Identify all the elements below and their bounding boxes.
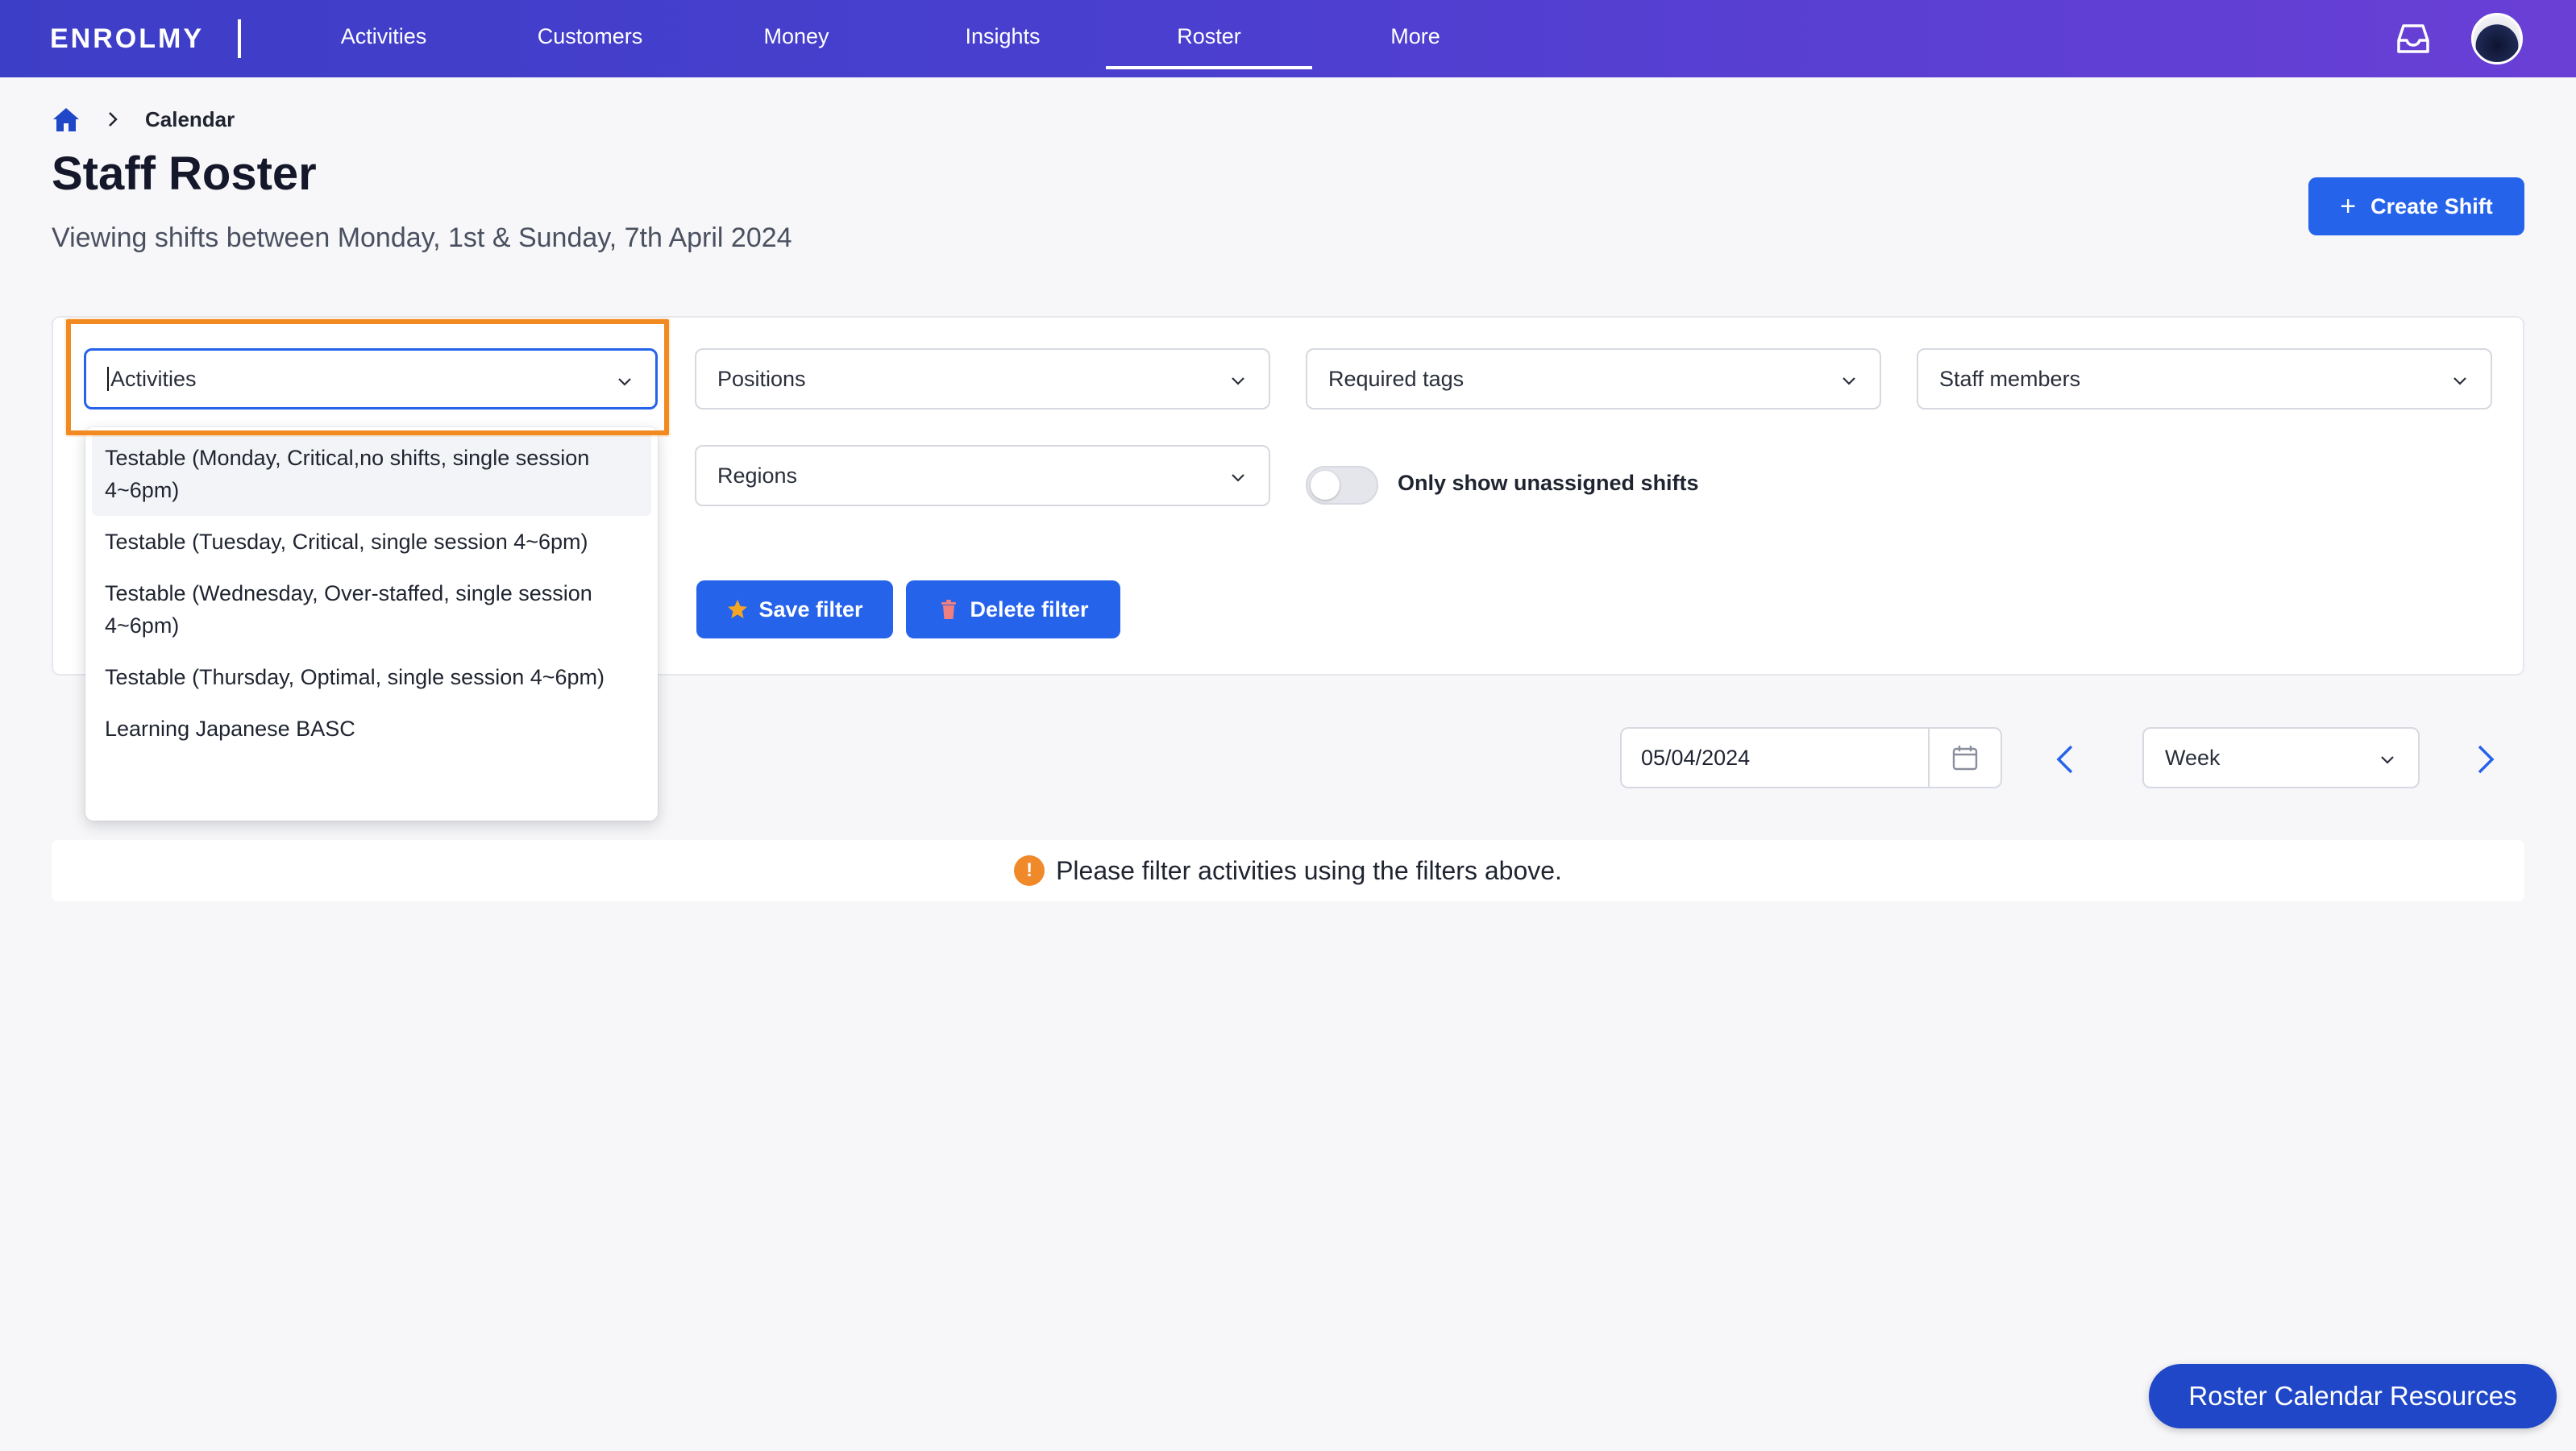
dropdown-option[interactable]: Testable (Tuesday, Critical, single sess… xyxy=(85,516,658,568)
nav-item-activities[interactable]: Activities xyxy=(280,0,487,73)
staff-members-select[interactable]: Staff members xyxy=(1917,348,2492,410)
nav-item-insights[interactable]: Insights xyxy=(900,0,1106,73)
dropdown-option[interactable]: Testable (Wednesday, Over-staffed, singl… xyxy=(85,568,658,651)
delete-filter-label: Delete filter xyxy=(970,597,1089,622)
delete-filter-button[interactable]: Delete filter xyxy=(906,580,1120,638)
plus-icon: + xyxy=(2340,190,2357,222)
inbox-icon[interactable] xyxy=(2395,23,2431,55)
page-subtitle: Viewing shifts between Monday, 1st & Sun… xyxy=(52,222,792,253)
view-mode-value: Week xyxy=(2165,745,2221,770)
enrolmy-logo[interactable]: ENROLMY xyxy=(50,23,204,55)
positions-select[interactable]: Positions xyxy=(695,348,1270,410)
notice-text: Please filter activities using the filte… xyxy=(1056,855,1562,885)
nav-item-customers[interactable]: Customers xyxy=(487,0,693,73)
chevron-down-icon xyxy=(2453,377,2466,385)
star-icon xyxy=(728,600,748,618)
activities-dropdown-menu: Testable (Monday, Critical,no shifts, si… xyxy=(85,427,658,821)
activities-select-placeholder: Activities xyxy=(110,366,197,391)
breadcrumb: Calendar xyxy=(52,103,235,135)
create-shift-button[interactable]: + Create Shift xyxy=(2308,177,2524,235)
chevron-down-icon xyxy=(618,378,631,386)
user-avatar[interactable] xyxy=(2471,13,2523,64)
activities-select[interactable]: Activities xyxy=(84,348,658,410)
required-tags-select-placeholder: Required tags xyxy=(1328,366,1465,391)
filter-notice: ! Please filter activities using the fil… xyxy=(52,840,2524,901)
trash-icon xyxy=(941,600,957,619)
required-tags-select[interactable]: Required tags xyxy=(1306,348,1881,410)
logo-divider xyxy=(238,19,241,58)
date-picker xyxy=(1620,727,2002,788)
regions-select-placeholder: Regions xyxy=(717,463,798,488)
save-filter-label: Save filter xyxy=(758,597,863,622)
chevron-right-icon xyxy=(109,112,118,127)
warning-icon: ! xyxy=(1014,855,1045,886)
roster-calendar-resources-button[interactable]: Roster Calendar Resources xyxy=(2149,1364,2557,1428)
regions-select[interactable]: Regions xyxy=(695,445,1270,506)
dropdown-option[interactable]: Testable (Monday, Critical,no shifts, si… xyxy=(92,432,651,516)
calendar-icon xyxy=(1952,746,1978,771)
chevron-left-icon[interactable] xyxy=(2047,740,2086,779)
chevron-down-icon xyxy=(2381,756,2394,764)
date-input[interactable] xyxy=(1622,729,1928,787)
dropdown-option[interactable]: Learning Japanese BASC xyxy=(85,703,658,755)
dropdown-option[interactable]: Testable (Thursday, Optimal, single sess… xyxy=(85,651,658,703)
breadcrumb-current: Calendar xyxy=(145,106,235,131)
view-mode-select[interactable]: Week xyxy=(2142,727,2420,788)
unassigned-shifts-label: Only show unassigned shifts xyxy=(1398,471,1699,495)
nav-item-more[interactable]: More xyxy=(1312,0,1519,73)
calendar-button[interactable] xyxy=(1928,729,2001,787)
toggle-knob xyxy=(1311,471,1340,500)
home-icon[interactable] xyxy=(52,105,81,134)
unassigned-shifts-toggle[interactable] xyxy=(1306,466,1378,505)
chevron-down-icon xyxy=(1232,474,1244,482)
save-filter-button[interactable]: Save filter xyxy=(696,580,893,638)
chevron-right-icon[interactable] xyxy=(2465,740,2503,779)
text-caret xyxy=(107,367,109,391)
chevron-down-icon xyxy=(1232,377,1244,385)
create-shift-label: Create Shift xyxy=(2370,193,2493,218)
chevron-down-icon xyxy=(1843,377,1855,385)
page-title: Staff Roster xyxy=(52,148,317,200)
positions-select-placeholder: Positions xyxy=(717,366,806,391)
nav-item-roster[interactable]: Roster xyxy=(1106,0,1312,73)
staff-members-select-placeholder: Staff members xyxy=(1939,366,2081,391)
top-navigation-bar: ENROLMY Activities Customers Money Insig… xyxy=(0,0,2576,77)
nav-item-money[interactable]: Money xyxy=(693,0,900,73)
